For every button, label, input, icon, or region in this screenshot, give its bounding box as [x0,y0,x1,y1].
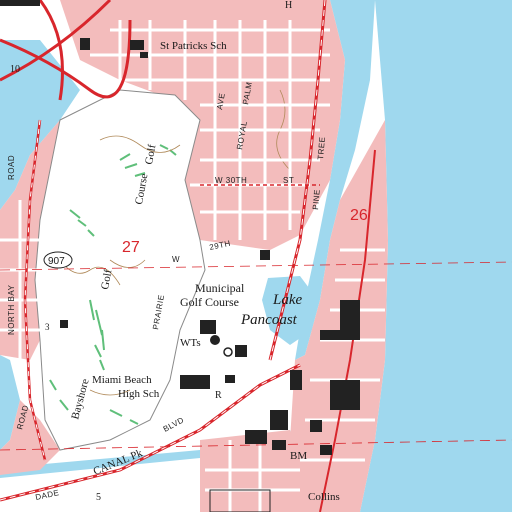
label-r: R [215,390,222,401]
label-w: W [172,255,180,264]
school-top-building [80,38,90,50]
label-sec3: 3 [45,322,50,332]
water-tank-1 [210,335,220,345]
label-sec5: 5 [96,492,101,503]
label-road-left: ROAD [7,155,16,180]
label-route907: 907 [48,256,65,267]
label-collins: Collins [308,491,340,503]
map-canvas: St Patricks Sch 10 Golf Course Golf 27 2… [0,0,512,512]
label-sch-top: St Patricks Sch [160,40,227,52]
label-sec27: 27 [122,239,140,256]
label-st: ST [283,176,294,185]
topographic-map: St Patricks Sch 10 Golf Course Golf 27 2… [0,0,512,512]
label-sec26: 26 [350,207,368,224]
label-bm: BM [290,450,307,462]
label-pancoast: Pancoast [240,312,298,328]
route-907-shield: 907 [43,251,73,269]
label-high-sch: High Sch [118,388,160,400]
label-municipal: Municipal [195,281,245,295]
label-sec10: 10 [10,64,20,75]
label-wts: WTs [180,337,201,349]
label-north-bay: NORTH BAY [7,284,16,335]
label-lake: Lake [272,292,303,308]
label-h: H [285,0,292,11]
high-school-building [180,375,210,389]
label-w30th: W 30TH [215,176,247,185]
label-golf-course: Golf Course [180,295,239,309]
label-pine: PINE [311,189,322,210]
label-miami-beach: Miami Beach [92,374,152,386]
